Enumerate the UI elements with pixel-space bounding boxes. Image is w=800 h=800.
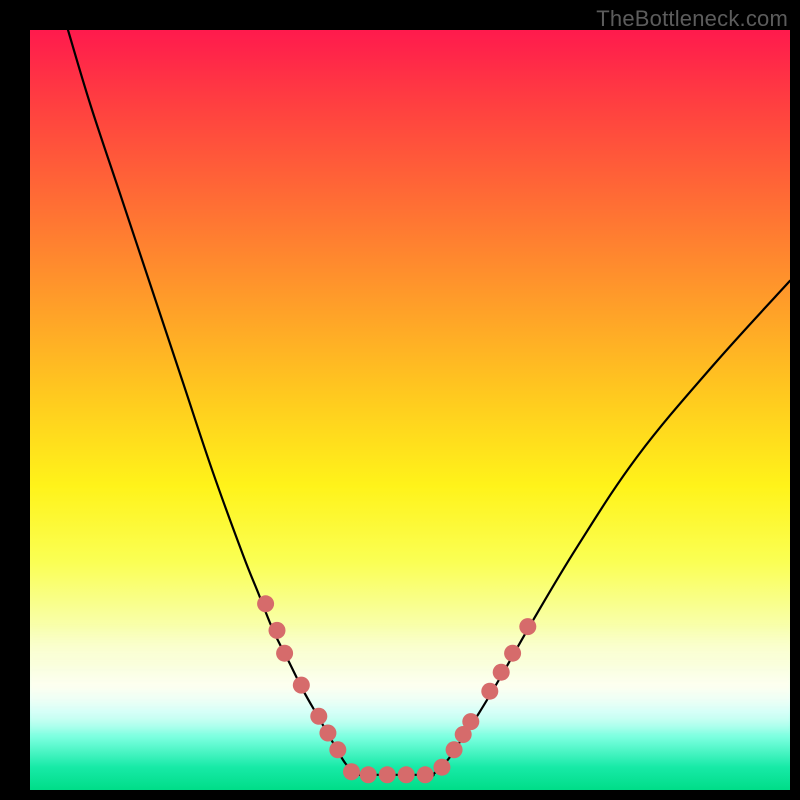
watermark-text: TheBottleneck.com [596, 6, 788, 32]
marker-dot [360, 766, 377, 783]
marker-dot [293, 677, 310, 694]
marker-group [257, 595, 536, 783]
marker-dot [257, 595, 274, 612]
marker-dot [276, 645, 293, 662]
marker-dot [329, 741, 346, 758]
chart-svg [30, 30, 790, 790]
marker-dot [446, 741, 463, 758]
marker-dot [398, 766, 415, 783]
marker-dot [493, 664, 510, 681]
marker-dot [504, 645, 521, 662]
marker-dot [519, 618, 536, 635]
chart-frame: TheBottleneck.com [0, 0, 800, 800]
plot-area [30, 30, 790, 790]
marker-dot [343, 763, 360, 780]
marker-dot [310, 708, 327, 725]
marker-dot [319, 725, 336, 742]
marker-dot [433, 759, 450, 776]
marker-dot [417, 766, 434, 783]
marker-dot [269, 622, 286, 639]
marker-dot [481, 683, 498, 700]
marker-dot [379, 766, 396, 783]
bottleneck-curve [68, 30, 790, 776]
marker-dot [462, 713, 479, 730]
